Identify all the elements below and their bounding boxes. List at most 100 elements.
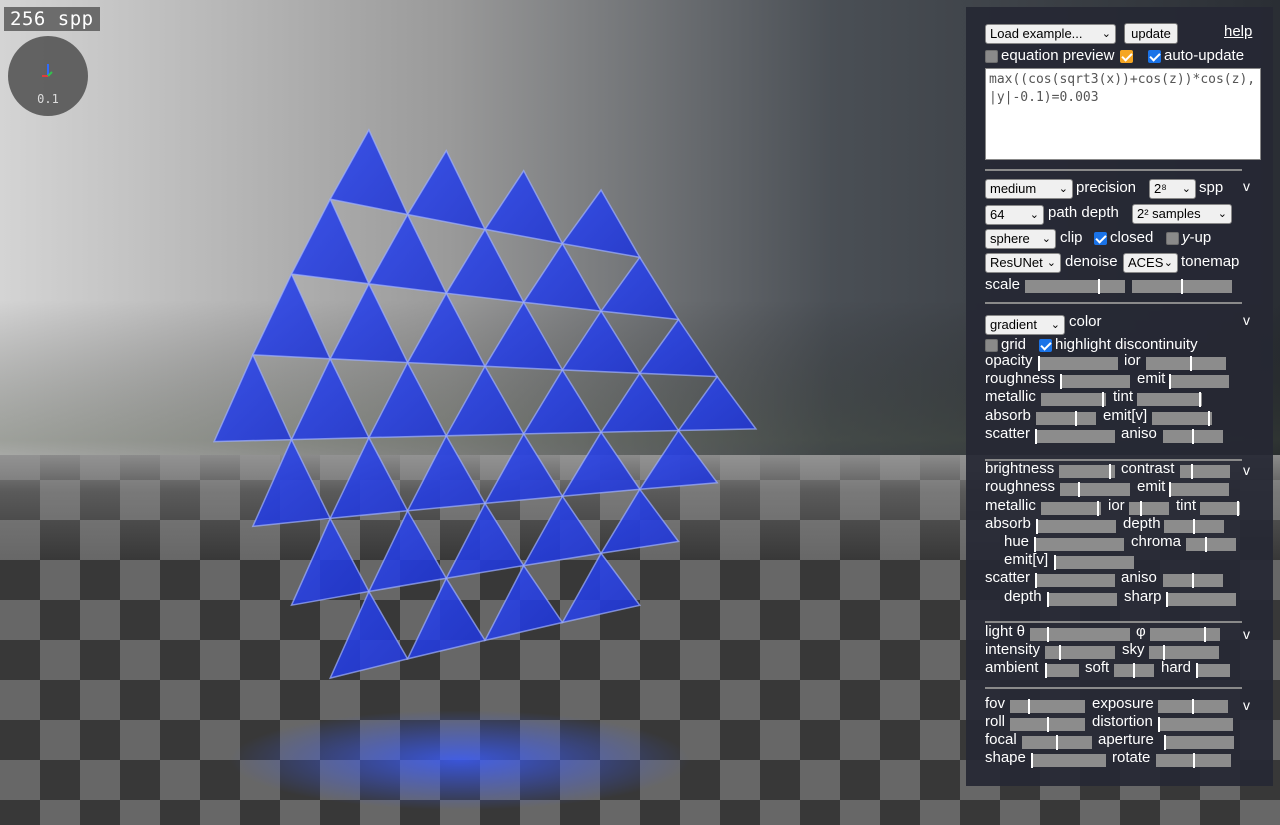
slider-knob[interactable] [1164,735,1166,750]
slider-knob[interactable] [1189,356,1192,371]
path-depth-select[interactable]: 64 ⌄ [985,205,1044,225]
spp-select[interactable]: 2⁸ ⌄ [1149,179,1196,199]
update-button[interactable]: update [1124,23,1178,44]
closed-checkbox[interactable] [1094,232,1107,245]
aniso-slider[interactable] [1163,429,1223,444]
slider-knob[interactable] [1031,753,1033,768]
tint-slider[interactable] [1137,392,1202,407]
equation-input[interactable]: max((cos(sqrt3(x))+cos(z))*cos(z),|y|-0.… [985,68,1261,160]
precision-select[interactable]: medium ⌄ [985,179,1073,199]
slider-knob[interactable] [1192,753,1195,768]
depth2-slider[interactable] [1047,592,1117,607]
camera-section-toggle[interactable]: v [1243,697,1250,713]
slider-knob[interactable] [1193,519,1195,534]
material-section-toggle[interactable]: v [1243,312,1250,328]
slider-knob[interactable] [1074,411,1077,426]
slider-knob[interactable] [1181,279,1183,294]
absorb-slider[interactable] [1036,411,1096,426]
load-example-select[interactable]: Load example... ⌄ [985,24,1116,44]
fov-slider[interactable] [1010,699,1085,714]
sharp-slider[interactable] [1166,592,1236,607]
slider-knob[interactable] [1097,501,1100,516]
aniso-slider[interactable] [1163,573,1223,588]
slider-knob[interactable] [1035,429,1037,444]
scale-slider-1[interactable] [1025,279,1125,294]
slider-knob[interactable] [1203,627,1206,642]
slider-knob[interactable] [1036,519,1038,534]
slider-knob[interactable] [1047,592,1049,607]
slider-knob[interactable] [1198,392,1201,407]
exposure-slider[interactable] [1158,699,1228,714]
slider-knob[interactable] [1192,429,1194,444]
brightness-slider[interactable] [1059,464,1115,479]
auto-update-checkbox[interactable] [1148,50,1161,63]
slider-knob[interactable] [1166,592,1168,607]
slider-knob[interactable] [1046,717,1049,732]
slider-knob[interactable] [1028,699,1031,714]
clip-label: clip [1060,229,1083,246]
metallic-slider[interactable] [1041,392,1106,407]
emitv-slider[interactable] [1152,411,1212,426]
light-section-toggle[interactable]: v [1243,626,1250,642]
slider-knob[interactable] [1097,279,1100,294]
chroma-slider[interactable] [1186,537,1236,552]
denoise-select[interactable]: ResUNet ⌄ [985,253,1061,273]
slider-knob[interactable] [1169,374,1171,389]
slider-knob[interactable] [1060,374,1062,389]
scatter-slider[interactable] [1035,573,1115,588]
slider-knob[interactable] [1208,411,1211,426]
highlight-discontinuity-checkbox[interactable] [1039,339,1052,352]
slider-knob[interactable] [1192,699,1194,714]
tint-label: tint [1113,388,1134,405]
slider-knob[interactable] [1102,392,1105,407]
distortion-slider[interactable] [1158,717,1233,732]
slider-knob[interactable] [1058,645,1061,660]
clip-select[interactable]: sphere ⌄ [985,229,1056,249]
absorb-slider[interactable] [1036,519,1116,534]
equation-preview-checkbox[interactable] [985,50,998,63]
hard-slider[interactable] [1196,663,1230,678]
shape-slider[interactable] [1031,753,1106,768]
roll-slider[interactable] [1010,717,1085,732]
tonemap-select[interactable]: ACES ⌄ [1123,253,1178,273]
slider-knob[interactable] [1190,464,1193,479]
tint-slider[interactable] [1200,501,1240,516]
slider-knob[interactable] [1109,464,1112,479]
focal-slider[interactable] [1022,735,1092,750]
tuning-section-toggle[interactable]: v [1243,462,1250,478]
scale-slider-2[interactable] [1132,279,1232,294]
slider-knob[interactable] [1054,555,1056,570]
roughness-slider[interactable] [1060,482,1130,497]
phi-slider[interactable] [1150,627,1220,642]
emit-slider[interactable] [1169,374,1229,389]
equation-preview-toggle-checkbox[interactable] [1120,50,1133,63]
color-mode-select[interactable]: gradient ⌄ [985,315,1065,335]
theta-slider[interactable] [1030,627,1130,642]
slider-knob[interactable] [1077,482,1080,497]
slider-knob[interactable] [1196,663,1198,678]
rotate-slider[interactable] [1156,753,1231,768]
contrast-slider[interactable] [1180,464,1230,479]
slider-knob[interactable] [1158,717,1160,732]
scatter-slider[interactable] [1035,429,1115,444]
slider-knob[interactable] [1133,663,1135,678]
soft-slider[interactable] [1114,663,1154,678]
render-section-toggle[interactable]: v [1243,178,1250,194]
metallic-slider[interactable] [1041,501,1101,516]
auto-update-label: auto-update [1164,47,1245,64]
ambient-slider[interactable] [1045,663,1079,678]
emit-slider[interactable] [1169,482,1229,497]
axis-gizmo[interactable]: 0.1 [8,36,88,116]
slider-knob[interactable] [1045,663,1047,678]
slider-knob[interactable] [1192,573,1194,588]
help-link[interactable]: help [1224,23,1252,40]
slider-knob[interactable] [1169,482,1171,497]
slider-knob[interactable] [1035,573,1037,588]
slider-knob[interactable] [1236,501,1239,516]
y-up-checkbox[interactable] [1166,232,1179,245]
slider-knob[interactable] [1205,537,1208,552]
aperture-slider[interactable] [1164,735,1234,750]
slider-knob[interactable] [1056,735,1058,750]
samples-select[interactable]: 2² samples ⌄ [1132,204,1232,224]
slider-knob[interactable] [1046,627,1049,642]
